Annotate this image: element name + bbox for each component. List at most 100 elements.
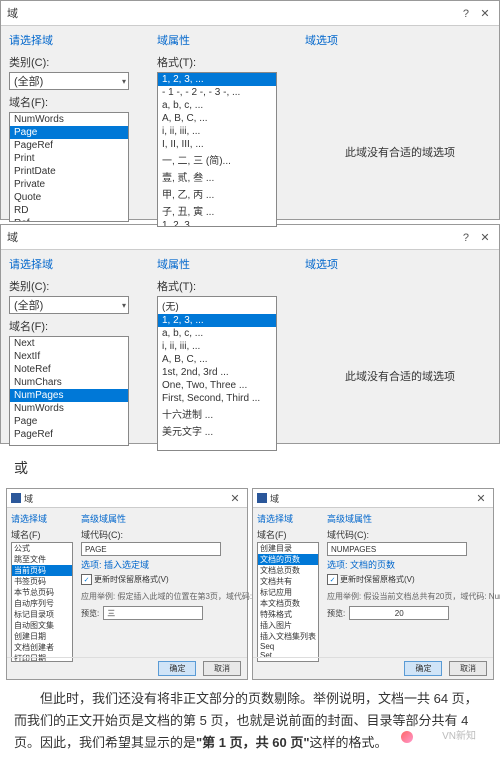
list-item[interactable]: 1, 2, 3, ... [158, 314, 276, 327]
list-item[interactable]: 文档的页数 [258, 554, 318, 565]
field-dialog-2: 域 ? ✕ 请选择域 类别(C): (全部)▾ 域名(F): NextNextI… [0, 224, 500, 444]
preserve-format-checkbox[interactable]: ✓ 更新时保留原格式(V) [327, 574, 500, 585]
list-item[interactable]: First, Second, Third ... [158, 392, 276, 405]
no-options-msg: 此域没有合适的域选项 [305, 278, 495, 384]
list-item[interactable]: NumChars [10, 376, 128, 389]
list-item[interactable]: a, b, c, ... [158, 327, 276, 340]
list-item[interactable]: 美元文字 ... [158, 422, 276, 439]
list-item[interactable]: NumWords [10, 402, 128, 415]
category-select[interactable]: (全部)▾ [9, 72, 129, 90]
cancel-button[interactable]: 取消 [449, 661, 487, 676]
select-field-header: 请选择域 [9, 256, 145, 272]
fieldname-list[interactable]: NextNextIfNoteRefNumCharsNumPagesNumWord… [9, 336, 129, 446]
list-item[interactable]: (无) [158, 297, 276, 314]
list-item[interactable]: 本文档页数 [258, 598, 318, 609]
list-item[interactable]: 子, 丑, 寅 ... [158, 202, 276, 219]
category-label: 类别(C): [9, 54, 145, 70]
list-item[interactable]: 标记目录项 [12, 609, 72, 620]
list-item[interactable]: PrintDate [10, 165, 128, 178]
list-item[interactable]: 自动图文集 [12, 620, 72, 631]
list-item[interactable]: 十六进制 ... [158, 405, 276, 422]
close-button[interactable]: ✕ [227, 492, 243, 505]
list-item[interactable]: 文档共有 [258, 576, 318, 587]
list-item[interactable]: 插入文档集列表 [258, 631, 318, 642]
list-item[interactable]: NumPages [10, 389, 128, 402]
list-item[interactable]: 书签页码 [12, 576, 72, 587]
category-select[interactable]: (全部)▾ [9, 296, 129, 314]
list-item[interactable]: 1st, 2nd, 3rd ... [158, 366, 276, 379]
no-options-msg: 此域没有合适的域选项 [305, 54, 495, 160]
list-item[interactable]: i, ii, iii, ... [158, 125, 276, 138]
list-item[interactable]: A, B, C, ... [158, 353, 276, 366]
list-item[interactable]: Private [10, 178, 128, 191]
dialog-title: 域 [7, 229, 18, 245]
field-options-header: 域选项 [305, 256, 495, 272]
example-desc: 应用举例: 假设当前文档总共有20页，域代码: NumPages [327, 591, 500, 602]
list-item[interactable]: Seq [258, 642, 318, 651]
watermark: VN新知 [401, 728, 476, 745]
list-item[interactable]: NextIf [10, 350, 128, 363]
list-item[interactable]: A, B, C, ... [158, 112, 276, 125]
list-item[interactable]: RD [10, 204, 128, 217]
list-item[interactable]: - 1 -, - 2 -, - 3 -, ... [158, 86, 276, 99]
fieldname-label: 域名(F) [11, 528, 73, 541]
preview-label: 预览: [327, 608, 345, 619]
format-label: 格式(T): [157, 278, 293, 294]
list-item[interactable]: PageRef [10, 139, 128, 152]
list-item[interactable]: 跳至文件 [12, 554, 72, 565]
list-item[interactable]: Print [10, 152, 128, 165]
list-item[interactable]: 特殊格式 [258, 609, 318, 620]
close-button[interactable]: ✕ [477, 231, 493, 244]
field-dialog-small-2: 域 ✕ 请选择域 域名(F) 创建目录文档的页数文档总页数文档共有标记应用本文档… [252, 488, 494, 680]
dialog-title: 域 [7, 5, 18, 21]
fieldcode-input[interactable]: NUMPAGES [327, 542, 467, 556]
body-paragraph: 但此时，我们还没有将非正文部分的页数剔除。举例说明，文档一共 64 页，而我们的… [0, 680, 500, 768]
field-dialog-small-1: 域 ✕ 请选择域 域名(F) 公式跳至文件当前页码书签页码本节总页码自动序列号标… [6, 488, 248, 680]
list-item[interactable]: 本节总页码 [12, 587, 72, 598]
list-item[interactable]: 公式 [12, 543, 72, 554]
list-item[interactable]: 当前页码 [12, 565, 72, 576]
list-item[interactable]: PageRef [10, 428, 128, 441]
list-item[interactable]: NumWords [10, 113, 128, 126]
format-list[interactable]: 1, 2, 3, ...- 1 -, - 2 -, - 3 -, ...a, b… [157, 72, 277, 227]
ok-button[interactable]: 确定 [404, 661, 442, 676]
format-list[interactable]: (无)1, 2, 3, ...a, b, c, ...i, ii, iii, .… [157, 296, 277, 451]
list-item[interactable]: 文档创建者 [12, 642, 72, 653]
fieldname-list[interactable]: 公式跳至文件当前页码书签页码本节总页码自动序列号标记目录项自动图文集创建日期文档… [11, 542, 73, 662]
fieldname-list[interactable]: NumWordsPagePageRefPrintPrintDatePrivate… [9, 112, 129, 222]
list-item[interactable]: 一, 二, 三 (简)... [158, 151, 276, 168]
help-button[interactable]: ? [458, 8, 474, 20]
list-item[interactable]: Page [10, 415, 128, 428]
list-item[interactable]: 创建目录 [258, 543, 318, 554]
list-item[interactable]: 自动序列号 [12, 598, 72, 609]
list-item[interactable]: 插入图片 [258, 620, 318, 631]
list-item[interactable]: i, ii, iii, ... [158, 340, 276, 353]
fieldname-list[interactable]: 创建目录文档的页数文档总页数文档共有标记应用本文档页数特殊格式插入图片插入文档集… [257, 542, 319, 662]
list-item[interactable]: Page [10, 126, 128, 139]
close-button[interactable]: ✕ [477, 7, 493, 20]
fieldcode-input[interactable]: PAGE [81, 542, 221, 556]
preview-output: 三 [103, 606, 203, 620]
window-controls: ? ✕ [458, 231, 493, 244]
list-item[interactable]: 标记应用 [258, 587, 318, 598]
list-item[interactable]: 壹, 贰, 叁 ... [158, 168, 276, 185]
list-item[interactable]: NoteRef [10, 363, 128, 376]
ok-button[interactable]: 确定 [158, 661, 196, 676]
select-field-header: 请选择域 [257, 512, 319, 525]
list-item[interactable]: 文档总页数 [258, 565, 318, 576]
list-item[interactable]: Quote [10, 191, 128, 204]
close-button[interactable]: ✕ [473, 492, 489, 505]
list-item[interactable]: 甲, 乙, 丙 ... [158, 185, 276, 202]
list-item[interactable]: a, b, c, ... [158, 99, 276, 112]
select-field-header: 请选择域 [9, 32, 145, 48]
list-item[interactable]: I, II, III, ... [158, 138, 276, 151]
field-options-header: 域选项 [305, 32, 495, 48]
list-item[interactable]: Ref [10, 217, 128, 222]
list-item[interactable]: One, Two, Three ... [158, 379, 276, 392]
list-item[interactable]: 1, 2, 3, ... [158, 73, 276, 86]
list-item[interactable]: Next [10, 337, 128, 350]
help-button[interactable]: ? [458, 232, 474, 244]
list-item[interactable]: 创建日期 [12, 631, 72, 642]
list-item[interactable]: 1, 2, 3, ... [158, 219, 276, 227]
cancel-button[interactable]: 取消 [203, 661, 241, 676]
